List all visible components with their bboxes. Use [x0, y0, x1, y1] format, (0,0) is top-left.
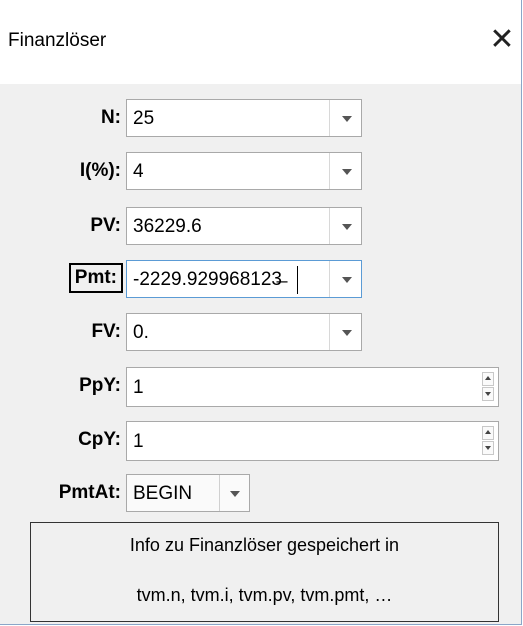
- chevron-down-icon[interactable]: [329, 100, 362, 136]
- spin-down-icon[interactable]: [482, 387, 494, 401]
- title-bar: Finanzlöser ✕: [0, 0, 521, 84]
- spin-down-icon[interactable]: [482, 441, 494, 455]
- n-value[interactable]: 25: [133, 108, 329, 130]
- row-cpy: CpY: 1: [0, 421, 521, 461]
- row-n: N: 25: [0, 99, 521, 139]
- row-pmt: Pmt: -2229.929968123̶: [0, 260, 521, 300]
- i-combobox[interactable]: 4: [126, 152, 362, 190]
- spin-up-icon[interactable]: [482, 372, 494, 386]
- i-value[interactable]: 4: [133, 161, 329, 183]
- pmtat-value[interactable]: BEGIN: [133, 483, 192, 505]
- close-icon[interactable]: ✕: [484, 22, 520, 58]
- i-label: I(%):: [79, 160, 121, 181]
- info-line-2: tvm.n, tvm.i, tvm.pv, tvm.pmt, …: [136, 585, 393, 605]
- finance-solver-dialog: Finanzlöser ✕ N: 25 I(%): 4 PV: 36229.6: [0, 0, 522, 625]
- dialog-title: Finanzlöser: [8, 30, 107, 51]
- pv-combobox[interactable]: 36229.6: [126, 207, 362, 245]
- pmtat-select[interactable]: BEGIN: [126, 474, 250, 512]
- ppy-spinbox[interactable]: 1: [126, 367, 499, 407]
- fv-label: FV:: [91, 321, 121, 342]
- spin-up-icon[interactable]: [482, 426, 494, 440]
- chevron-down-icon[interactable]: [329, 208, 362, 244]
- row-pmtat: PmtAt: BEGIN: [0, 474, 521, 514]
- chevron-down-icon[interactable]: [329, 261, 362, 297]
- row-i: I(%): 4: [0, 152, 521, 192]
- info-box: Info zu Finanzlöser gespeichert in tvm.n…: [30, 522, 499, 622]
- pv-label: PV:: [90, 215, 121, 236]
- cpy-label: CpY:: [78, 429, 121, 450]
- n-label: N:: [100, 107, 121, 128]
- cpy-spinbox[interactable]: 1: [126, 421, 499, 461]
- n-combobox[interactable]: 25: [126, 99, 362, 137]
- chevron-down-icon[interactable]: [329, 314, 362, 350]
- ppy-stepper[interactable]: [482, 372, 494, 402]
- chevron-down-icon[interactable]: [329, 153, 362, 189]
- chevron-down-icon[interactable]: [219, 475, 250, 511]
- pmtat-label: PmtAt:: [58, 482, 121, 503]
- row-ppy: PpY: 1: [0, 367, 521, 407]
- fv-value[interactable]: 0.: [133, 322, 329, 344]
- pv-value[interactable]: 36229.6: [133, 216, 329, 238]
- pmt-label: Pmt:: [68, 263, 123, 293]
- ppy-label: PpY:: [79, 375, 121, 396]
- info-line-1: Info zu Finanzlöser gespeichert in: [129, 535, 400, 555]
- fv-combobox[interactable]: 0.: [126, 313, 362, 351]
- row-pv: PV: 36229.6: [0, 207, 521, 247]
- row-fv: FV: 0.: [0, 313, 521, 353]
- dialog-body: N: 25 I(%): 4 PV: 36229.6 Pmt: -2229.929…: [0, 84, 521, 624]
- pmt-value[interactable]: -2229.929968123̶: [133, 269, 329, 291]
- cpy-value[interactable]: 1: [133, 431, 144, 453]
- ppy-value[interactable]: 1: [133, 377, 144, 399]
- text-cursor: [297, 266, 298, 294]
- pmt-combobox[interactable]: -2229.929968123̶: [126, 260, 362, 298]
- cpy-stepper[interactable]: [482, 426, 494, 456]
